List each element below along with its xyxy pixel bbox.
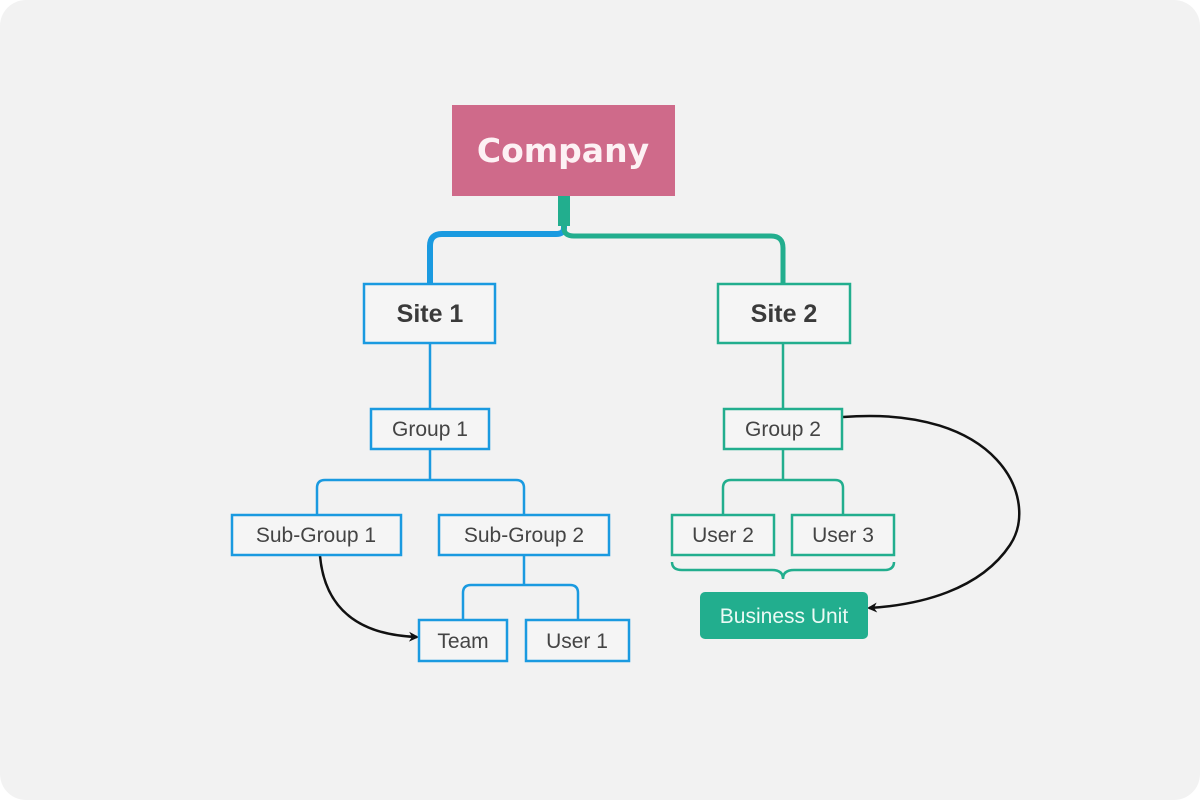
node-business-unit[interactable]: Business Unit [700, 592, 868, 639]
node-company[interactable]: Company [452, 105, 675, 196]
node-site1[interactable]: Site 1 [362, 282, 497, 345]
site2-label: Site 2 [751, 300, 818, 328]
node-subgroup2[interactable]: Sub-Group 2 [437, 513, 611, 557]
subgroup2-label: Sub-Group 2 [464, 524, 584, 547]
user2-label: User 2 [692, 524, 754, 547]
node-user3[interactable]: User 3 [790, 513, 896, 557]
business-unit-label: Business Unit [720, 605, 849, 628]
node-team[interactable]: Team [417, 618, 509, 663]
node-subgroup1[interactable]: Sub-Group 1 [230, 513, 403, 557]
node-site2[interactable]: Site 2 [716, 282, 852, 345]
subgroup1-label: Sub-Group 1 [256, 524, 376, 547]
node-group1[interactable]: Group 1 [369, 407, 491, 451]
node-user2[interactable]: User 2 [670, 513, 776, 557]
group1-label: Group 1 [392, 418, 468, 441]
company-label: Company [477, 131, 649, 170]
team-label: Team [437, 630, 488, 653]
connector-company-stem [558, 196, 570, 226]
site1-label: Site 1 [397, 300, 464, 328]
node-group2[interactable]: Group 2 [722, 407, 844, 451]
user1-label: User 1 [546, 630, 608, 653]
org-chart-diagram: Company Site 1 Site 2 Group 1 Group 2 Su… [0, 0, 1200, 800]
user3-label: User 3 [812, 524, 874, 547]
group2-label: Group 2 [745, 418, 821, 441]
node-user1[interactable]: User 1 [524, 618, 631, 663]
